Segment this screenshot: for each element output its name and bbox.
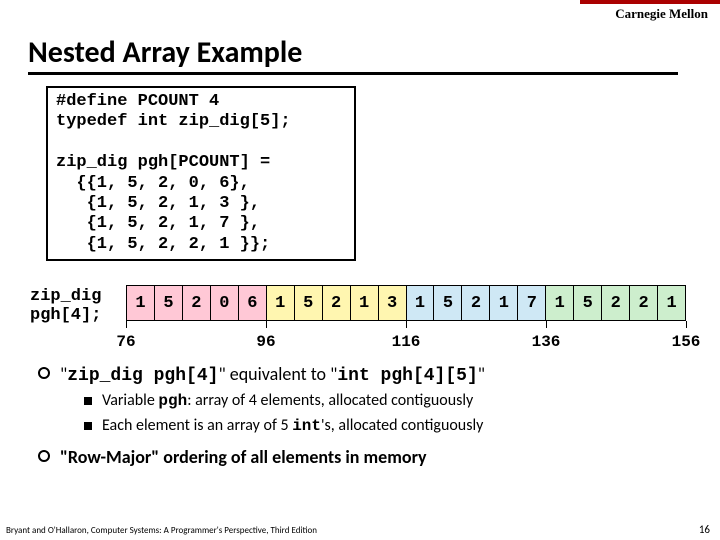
page-number: 16 [699,523,710,536]
slide-title: Nested Array Example [28,34,678,75]
memory-cell: 1 [127,285,155,321]
memory-cell: 5 [295,285,323,321]
memory-ticks [126,321,686,329]
sub-bullet-2: Each element is an array of 5 int's, all… [84,415,688,438]
memory-cells: 15206152131521715221 [126,285,686,321]
memory-cell: 6 [239,285,267,321]
memory-diagram: 15206152131521715221 7696116136156 [126,285,686,349]
sub-bullet-1-text: Variable pgh: array of 4 elements, alloc… [102,390,473,413]
memory-cell: 3 [379,285,407,321]
decl-line-1: zip_dig [30,288,101,307]
memory-cell: 1 [351,285,379,321]
code-block: #define PCOUNT 4 typedef int zip_dig[5];… [46,86,356,261]
address-label: 116 [392,333,421,351]
memory-addresses: 7696116136156 [126,329,686,349]
address-label: 136 [532,333,561,351]
memory-cell: 1 [546,285,574,321]
memory-cell: 2 [183,285,211,321]
bullet-square-icon [84,397,92,405]
sub-bullet-1: Variable pgh: array of 4 elements, alloc… [84,390,688,413]
memory-cell: 5 [434,285,462,321]
address-label: 76 [116,333,135,351]
brand-bar [580,0,720,4]
memory-cell: 2 [602,285,630,321]
brand-label: Carnegie Mellon [615,6,708,22]
memory-cell: 2 [323,285,351,321]
tick-mark [126,321,127,328]
memory-cell: 1 [490,285,518,321]
memory-cell: 5 [574,285,602,321]
tick-mark [266,321,267,328]
tick-mark [406,321,407,328]
sub-bullet-2-text: Each element is an array of 5 int's, all… [102,415,483,438]
memory-cell: 5 [155,285,183,321]
address-label: 156 [672,333,701,351]
memory-cell: 1 [658,285,686,321]
memory-cell: 7 [518,285,546,321]
bullet-2: "Row-Major" ordering of all elements in … [38,445,688,469]
bullet-ring-icon [38,367,50,379]
tick-mark [686,321,687,328]
memory-cell: 0 [211,285,239,321]
bullet-ring-icon [38,450,50,462]
bullet-2-text: "Row-Major" ordering of all elements in … [60,445,427,469]
memory-cell: 1 [407,285,435,321]
bullet-1-text: "zip_dig pgh[4]" equivalent to "int pgh[… [60,362,485,388]
footer-citation: Bryant and O'Hallaron, Computer Systems:… [6,525,317,536]
memory-cell: 1 [267,285,295,321]
memory-cell: 2 [630,285,658,321]
bullet-1: "zip_dig pgh[4]" equivalent to "int pgh[… [38,362,688,388]
tick-mark [546,321,547,328]
decl-line-2: pgh[4]; [30,307,101,326]
bullet-square-icon [84,422,92,430]
address-label: 96 [256,333,275,351]
array-declaration: zip_dig pgh[4]; [30,288,101,325]
bullet-list: "zip_dig pgh[4]" equivalent to "int pgh[… [38,362,688,472]
memory-cell: 2 [462,285,490,321]
